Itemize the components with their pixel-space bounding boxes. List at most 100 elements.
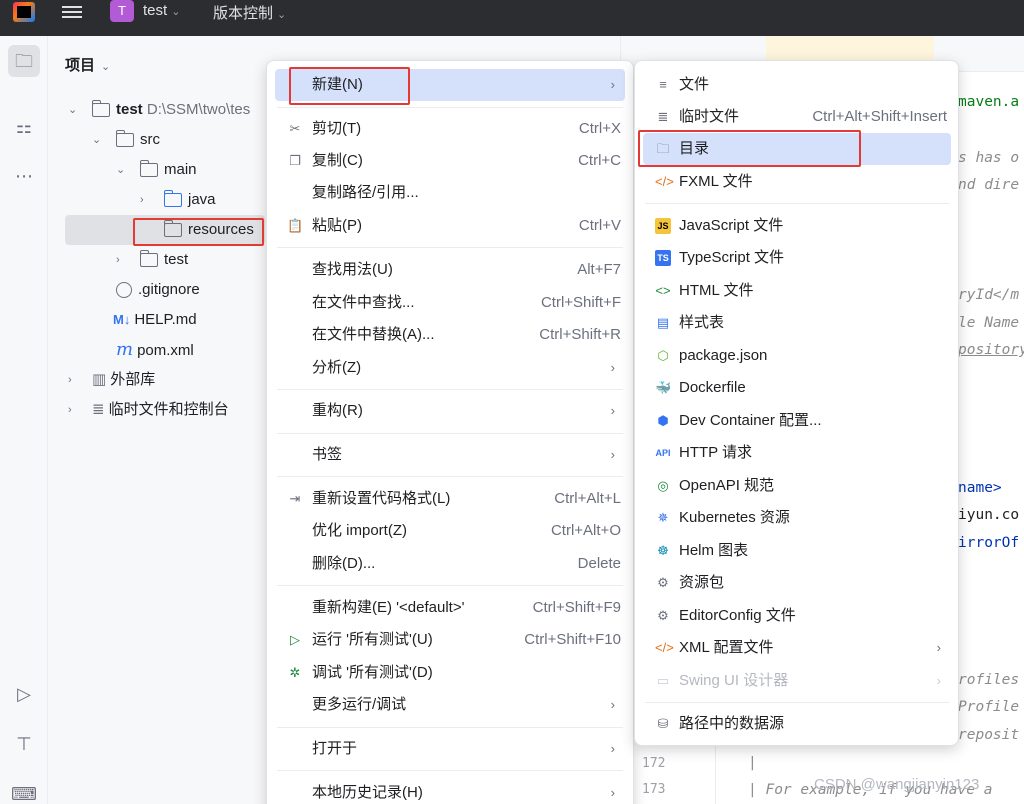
menu-item-editorconfig[interactable]: ⚙ EditorConfig 文件 xyxy=(643,600,951,632)
menu-label: 本地历史记录(H) xyxy=(312,784,423,801)
menu-item-javascript[interactable]: JS JavaScript 文件 xyxy=(643,210,951,242)
menu-label: Dev Container 配置... xyxy=(679,412,822,429)
chevron-right-icon[interactable]: › xyxy=(116,246,128,274)
menu-item-run-tests[interactable]: ▷ 运行 '所有测试'(U) Ctrl+Shift+F10 xyxy=(275,624,625,656)
vcs-label: 版本控制 xyxy=(213,5,274,22)
chevron-right-icon[interactable]: › xyxy=(68,396,80,424)
vcs-selector[interactable]: 版本控制 ⌄ xyxy=(213,2,286,23)
main-menu-icon[interactable] xyxy=(62,3,82,19)
menu-item-copy-path[interactable]: 复制路径/引用... xyxy=(275,177,625,209)
menu-item-delete[interactable]: 删除(D)... Delete xyxy=(275,548,625,580)
terminal-icon[interactable]: ⌨ xyxy=(8,778,40,804)
menu-item-http-request[interactable]: API HTTP 请求 xyxy=(643,437,951,469)
menu-label: 打开于 xyxy=(312,740,358,757)
menu-item-paste[interactable]: 📋 粘贴(P) Ctrl+V xyxy=(275,210,625,242)
line-number: 172 xyxy=(642,756,666,771)
menu-item-debug-tests[interactable]: ✲ 调试 '所有测试'(D) xyxy=(275,657,625,689)
chevron-right-icon: › xyxy=(610,403,615,418)
code-fragment: maven.a xyxy=(958,94,1020,110)
more-icon[interactable]: ⋯ xyxy=(8,160,40,192)
nodejs-icon: ⬡ xyxy=(657,348,669,363)
gutter-divider xyxy=(715,736,716,804)
menu-item-rebuild[interactable]: 重新构建(E) '<default>' Ctrl+Shift+F9 xyxy=(275,592,625,624)
tree-label: test xyxy=(164,251,189,268)
paste-icon: 📋 xyxy=(287,218,304,233)
menu-item-find-in-files[interactable]: 在文件中查找... Ctrl+Shift+F xyxy=(275,287,625,319)
chevron-right-icon: › xyxy=(610,785,615,800)
menu-item-bookmarks[interactable]: 书签 › xyxy=(275,439,625,471)
code-fragment: name> xyxy=(958,480,1002,496)
menu-item-scratch-file[interactable]: ≣ 临时文件 Ctrl+Alt+Shift+Insert xyxy=(643,101,951,133)
code-fragment: rofiles xyxy=(958,672,1020,688)
run-icon: ▷ xyxy=(290,632,300,647)
scratches-icon: ≣ xyxy=(92,401,105,418)
menu-item-copy[interactable]: ❐ 复制(C) Ctrl+C xyxy=(275,145,625,177)
menu-label: 复制路径/引用... xyxy=(312,184,419,201)
menu-item-local-history[interactable]: 本地历史记录(H) › xyxy=(275,777,625,804)
menu-item-fxml[interactable]: </> FXML 文件 xyxy=(643,166,951,198)
shortcut: Ctrl+Shift+F xyxy=(540,294,621,311)
menu-separator xyxy=(277,476,623,477)
project-panel-header[interactable]: 项目 ⌄ xyxy=(65,54,110,75)
source-folder-icon xyxy=(163,190,182,208)
project-folder-icon[interactable]: 🗀 xyxy=(8,45,40,77)
chevron-down-icon: ⌄ xyxy=(171,6,181,18)
menu-item-open-in[interactable]: 打开于 › xyxy=(275,733,625,765)
menu-label: HTML 文件 xyxy=(679,282,754,299)
menu-label: HTTP 请求 xyxy=(679,444,753,461)
chevron-down-icon[interactable]: ⌄ xyxy=(92,126,104,154)
intellij-logo-icon[interactable] xyxy=(13,2,35,22)
menu-item-dockerfile[interactable]: 🐳 Dockerfile xyxy=(643,372,951,404)
menu-item-refactor[interactable]: 重构(R) › xyxy=(275,395,625,427)
menu-item-optimize-imports[interactable]: 优化 import(Z) Ctrl+Alt+O xyxy=(275,515,625,547)
project-badge[interactable]: T xyxy=(110,0,134,22)
helm-icon: ☸ xyxy=(657,543,669,558)
structure-icon[interactable]: ⚏ xyxy=(8,111,40,143)
menu-item-more-run[interactable]: 更多运行/调试 › xyxy=(275,689,625,721)
menu-item-analyze[interactable]: 分析(Z) › xyxy=(275,352,625,384)
tree-label: java xyxy=(188,191,216,208)
chevron-right-icon: › xyxy=(610,697,615,712)
menu-label: OpenAPI 规范 xyxy=(679,477,775,494)
ignore-file-icon xyxy=(116,282,132,299)
menu-item-package-json[interactable]: ⬡ package.json xyxy=(643,340,951,372)
menu-item-datasource[interactable]: ⛁ 路径中的数据源 xyxy=(643,708,951,740)
shortcut: Ctrl+Alt+Shift+Insert xyxy=(812,108,947,125)
menu-separator xyxy=(277,107,623,108)
menu-item-dev-container[interactable]: ⬢ Dev Container 配置... xyxy=(643,405,951,437)
menu-item-typescript[interactable]: TS TypeScript 文件 xyxy=(643,242,951,274)
menu-item-kubernetes[interactable]: ✵ Kubernetes 资源 xyxy=(643,502,951,534)
menu-label: 文件 xyxy=(679,76,710,93)
menu-item-find-usages[interactable]: 查找用法(U) Alt+F7 xyxy=(275,254,625,286)
chevron-down-icon[interactable]: ⌄ xyxy=(68,96,80,124)
menu-label: FXML 文件 xyxy=(679,173,753,190)
menu-label: Swing UI 设计器 xyxy=(679,672,789,689)
services-icon[interactable]: ▷ xyxy=(8,678,40,710)
project-selector[interactable]: test ⌄ xyxy=(143,2,180,19)
maven-icon: m xyxy=(116,339,134,360)
chevron-down-icon[interactable]: ⌄ xyxy=(116,156,128,184)
chevron-right-icon: › xyxy=(610,360,615,375)
menu-item-stylesheet[interactable]: ▤ 样式表 xyxy=(643,307,951,339)
menu-label: 路径中的数据源 xyxy=(679,715,785,732)
openapi-icon: ◎ xyxy=(657,478,669,493)
menu-item-file[interactable]: ≡ 文件 xyxy=(643,69,951,101)
menu-item-reformat[interactable]: ⇥ 重新设置代码格式(L) Ctrl+Alt+L xyxy=(275,483,625,515)
menu-item-replace-in-files[interactable]: 在文件中替换(A)... Ctrl+Shift+R xyxy=(275,319,625,351)
xml-icon: </> xyxy=(655,640,674,655)
menu-item-resource-bundle[interactable]: ⚙ 资源包 xyxy=(643,567,951,599)
code-fragment: Profile xyxy=(958,699,1020,715)
menu-item-openapi[interactable]: ◎ OpenAPI 规范 xyxy=(643,470,951,502)
menu-label: 运行 '所有测试'(U) xyxy=(312,631,433,648)
tree-label: src xyxy=(140,131,160,148)
chevron-right-icon[interactable]: › xyxy=(68,366,80,394)
menu-label: 样式表 xyxy=(679,314,725,331)
menu-item-helm[interactable]: ☸ Helm 图表 xyxy=(643,535,951,567)
build-icon[interactable]: ⊤ xyxy=(8,728,40,760)
menu-item-xml-config[interactable]: </> XML 配置文件 › xyxy=(643,632,951,664)
menu-item-html[interactable]: <> HTML 文件 xyxy=(643,275,951,307)
menu-item-cut[interactable]: ✂ 剪切(T) Ctrl+X xyxy=(275,113,625,145)
shortcut: Ctrl+Alt+O xyxy=(550,522,621,539)
chevron-right-icon[interactable]: › xyxy=(140,186,152,214)
code-fragment: irrorOf xyxy=(958,535,1020,551)
